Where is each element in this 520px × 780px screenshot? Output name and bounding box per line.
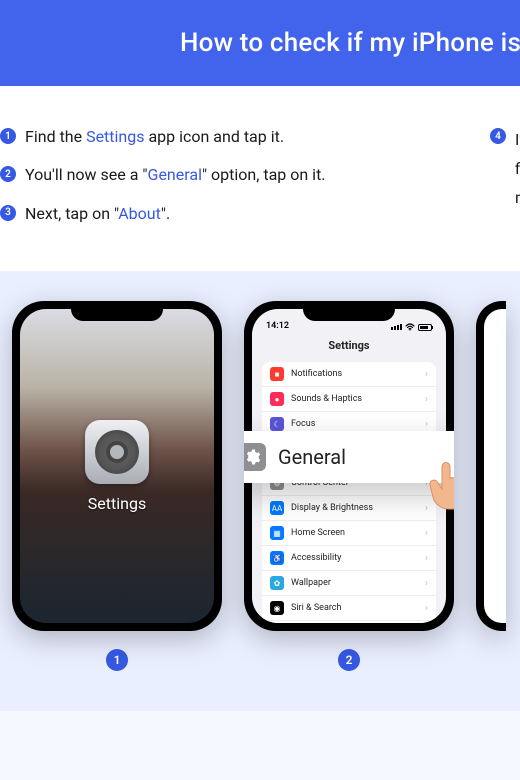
popout-label: General (278, 445, 346, 469)
row-icon: ♿ (270, 551, 284, 565)
step-item: 1 Find the Settings app icon and tap it. (0, 126, 430, 148)
row-label: Accessibility (291, 553, 418, 563)
row-label: Wallpaper (291, 578, 418, 588)
row-icon: ■ (270, 367, 284, 381)
app-label: Settings (88, 494, 146, 513)
phone-notch (71, 301, 163, 321)
signal-icon (391, 324, 402, 330)
settings-row[interactable]: ✿ Wallpaper › (262, 571, 436, 596)
phone-badge: 2 (338, 649, 360, 671)
steps-section: 1 Find the Settings app icon and tap it.… (0, 86, 520, 271)
chevron-right-icon: › (425, 419, 428, 430)
step-item: 2 You'll now see a "General" option, tap… (0, 164, 430, 186)
keyword-link[interactable]: About (118, 204, 161, 223)
phone-mockup-2: 14:12 Settings ■ Notifications ›● Sounds… (244, 301, 454, 631)
gear-icon (244, 443, 266, 471)
settings-row[interactable]: ◉ Siri & Search › (262, 596, 436, 621)
phone-mockup-1: Settings (12, 301, 222, 631)
general-popout[interactable]: General (244, 431, 454, 483)
settings-app-icon[interactable]: Settings (85, 420, 149, 513)
step-number: 1 (0, 128, 16, 144)
phone-column-2: 14:12 Settings ■ Notifications ›● Sounds… (244, 301, 454, 671)
chevron-right-icon: › (425, 369, 428, 380)
row-label: Sounds & Haptics (291, 394, 418, 404)
steps-left: 1 Find the Settings app icon and tap it.… (0, 126, 430, 241)
phone-screen: Settings (20, 309, 214, 623)
gear-icon (85, 420, 149, 484)
screen-title: Settings (252, 333, 446, 362)
step-text: Find the Settings app icon and tap it. (25, 126, 284, 148)
step-number: 3 (0, 205, 16, 221)
phone-mockup-3 (476, 301, 506, 631)
chevron-right-icon: › (425, 528, 428, 539)
step-item: 4 If you scroll down, you willfind infor… (490, 126, 520, 212)
page-title: How to check if my iPhone is unlocked in… (180, 28, 520, 58)
step-number: 2 (0, 166, 16, 182)
row-icon: ✿ (270, 576, 284, 590)
keyword-link[interactable]: Settings (86, 127, 144, 146)
row-label: Siri & Search (291, 603, 418, 613)
page-header: How to check if my iPhone is unlocked in… (0, 0, 520, 86)
row-icon: ▦ (270, 526, 284, 540)
settings-row[interactable]: ☺ Face ID & Passcode › (262, 621, 436, 623)
steps-right: 4 If you scroll down, you willfind infor… (490, 126, 520, 212)
phone-column-1: Settings 1 (12, 301, 222, 671)
row-label: Focus (291, 419, 418, 429)
row-icon: AA (270, 501, 284, 515)
chevron-right-icon: › (425, 553, 428, 564)
row-icon: ☾ (270, 417, 284, 431)
keyword-link[interactable]: General (148, 165, 202, 184)
chevron-right-icon: › (425, 603, 428, 614)
step-text: If you scroll down, you willfind informa… (515, 126, 520, 212)
row-label: Display & Brightness (291, 503, 418, 513)
chevron-right-icon: › (425, 394, 428, 405)
row-icon: ◉ (270, 601, 284, 615)
settings-group: ⚙ Control Center ›AA Display & Brightnes… (262, 471, 436, 623)
settings-row[interactable]: AA Display & Brightness › (262, 496, 436, 521)
chevron-right-icon: › (425, 578, 428, 589)
row-label: Notifications (291, 369, 418, 379)
status-time: 14:12 (266, 321, 289, 331)
settings-list: ■ Notifications ›● Sounds & Haptics ›☾ F… (252, 362, 446, 623)
phone-badge: 1 (106, 649, 128, 671)
pointer-hand-icon (424, 455, 454, 510)
settings-row[interactable]: ▦ Home Screen › (262, 521, 436, 546)
settings-row[interactable]: ■ Notifications › (262, 362, 436, 387)
settings-row[interactable]: ♿ Accessibility › (262, 546, 436, 571)
wifi-icon (405, 323, 415, 331)
step-text: You'll now see a "General" option, tap o… (25, 164, 326, 186)
row-icon: ● (270, 392, 284, 406)
step-text: Next, tap on "About". (25, 203, 170, 225)
battery-icon (418, 324, 432, 331)
phone-notch (303, 301, 395, 321)
phones-strip: Settings 1 14:12 Settings ■ (0, 271, 520, 711)
row-label: Home Screen (291, 528, 418, 538)
step-item: 3 Next, tap on "About". (0, 203, 430, 225)
settings-row[interactable]: ● Sounds & Haptics › (262, 387, 436, 412)
step-number: 4 (490, 128, 506, 144)
